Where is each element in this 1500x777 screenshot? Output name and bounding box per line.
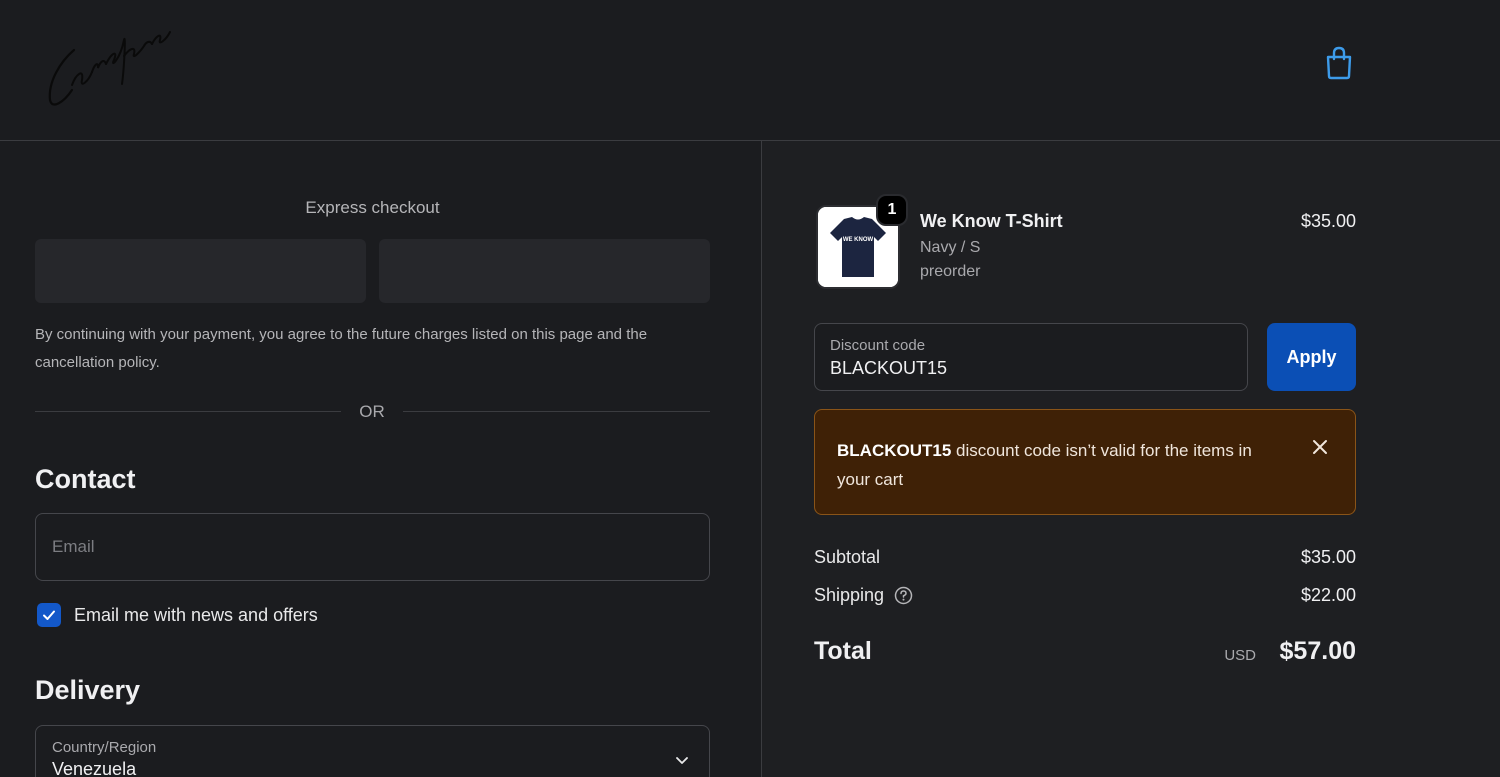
checkout-form: Express checkout By continuing with your… xyxy=(0,141,761,777)
help-circle-icon[interactable] xyxy=(894,586,913,605)
subtotal-label: Subtotal xyxy=(814,547,881,567)
quantity-badge: 1 xyxy=(876,194,908,226)
product-note: preorder xyxy=(920,263,981,280)
close-icon[interactable] xyxy=(1311,438,1329,456)
email-field[interactable] xyxy=(35,513,710,581)
delivery-title: Delivery xyxy=(35,675,141,705)
brand-logo[interactable] xyxy=(42,10,182,115)
express-pay-button-2[interactable] xyxy=(379,239,710,303)
discount-code-label: Discount code xyxy=(830,337,926,354)
total-label: Total xyxy=(814,637,872,665)
email-input[interactable] xyxy=(36,514,709,580)
alert-message: BLACKOUT15 discount code isn’t valid for… xyxy=(837,436,1287,494)
consent-text: By continuing with your payment, you agr… xyxy=(35,326,648,371)
checkmark-icon xyxy=(43,610,55,620)
discount-code-field[interactable]: Discount code BLACKOUT15 xyxy=(814,323,1248,391)
express-pay-button-1[interactable] xyxy=(35,239,366,303)
subtotal-value: $35.00 xyxy=(1300,547,1356,567)
or-divider-left xyxy=(35,411,341,412)
discount-code-value[interactable]: BLACKOUT15 xyxy=(830,358,947,379)
product-price: $35.00 xyxy=(1300,211,1356,231)
order-summary: WE KNOW 1 We Know T-Shirt Navy / S preor… xyxy=(762,141,1500,777)
product-name: We Know T-Shirt xyxy=(920,211,1063,231)
shopping-bag-icon[interactable] xyxy=(1323,44,1355,80)
header xyxy=(0,0,1500,141)
total-value: $57.00 xyxy=(1279,637,1356,665)
or-divider-right xyxy=(403,411,710,412)
newsletter-label: Email me with news and offers xyxy=(74,604,318,625)
apply-discount-button[interactable]: Apply xyxy=(1267,323,1356,391)
contact-title: Contact xyxy=(35,464,136,494)
product-variant: Navy / S xyxy=(920,239,981,256)
country-value: Venezuela xyxy=(52,759,137,777)
newsletter-checkbox[interactable] xyxy=(37,603,61,627)
currency-code: USD xyxy=(1224,647,1256,664)
alert-code: BLACKOUT15 xyxy=(837,441,952,460)
express-checkout-title: Express checkout xyxy=(305,198,440,217)
or-divider-label: OR xyxy=(359,402,385,421)
country-select[interactable]: Country/Region Venezuela xyxy=(35,725,710,777)
shipping-value: $22.00 xyxy=(1300,585,1356,605)
country-label: Country/Region xyxy=(52,739,157,756)
shipping-label: Shipping xyxy=(814,585,885,605)
newsletter-checkbox-row[interactable]: Email me with news and offers xyxy=(37,602,318,628)
shirt-print-text: WE KNOW xyxy=(843,237,874,243)
discount-error-alert: BLACKOUT15 discount code isn’t valid for… xyxy=(814,409,1356,515)
chevron-down-icon xyxy=(676,757,688,764)
